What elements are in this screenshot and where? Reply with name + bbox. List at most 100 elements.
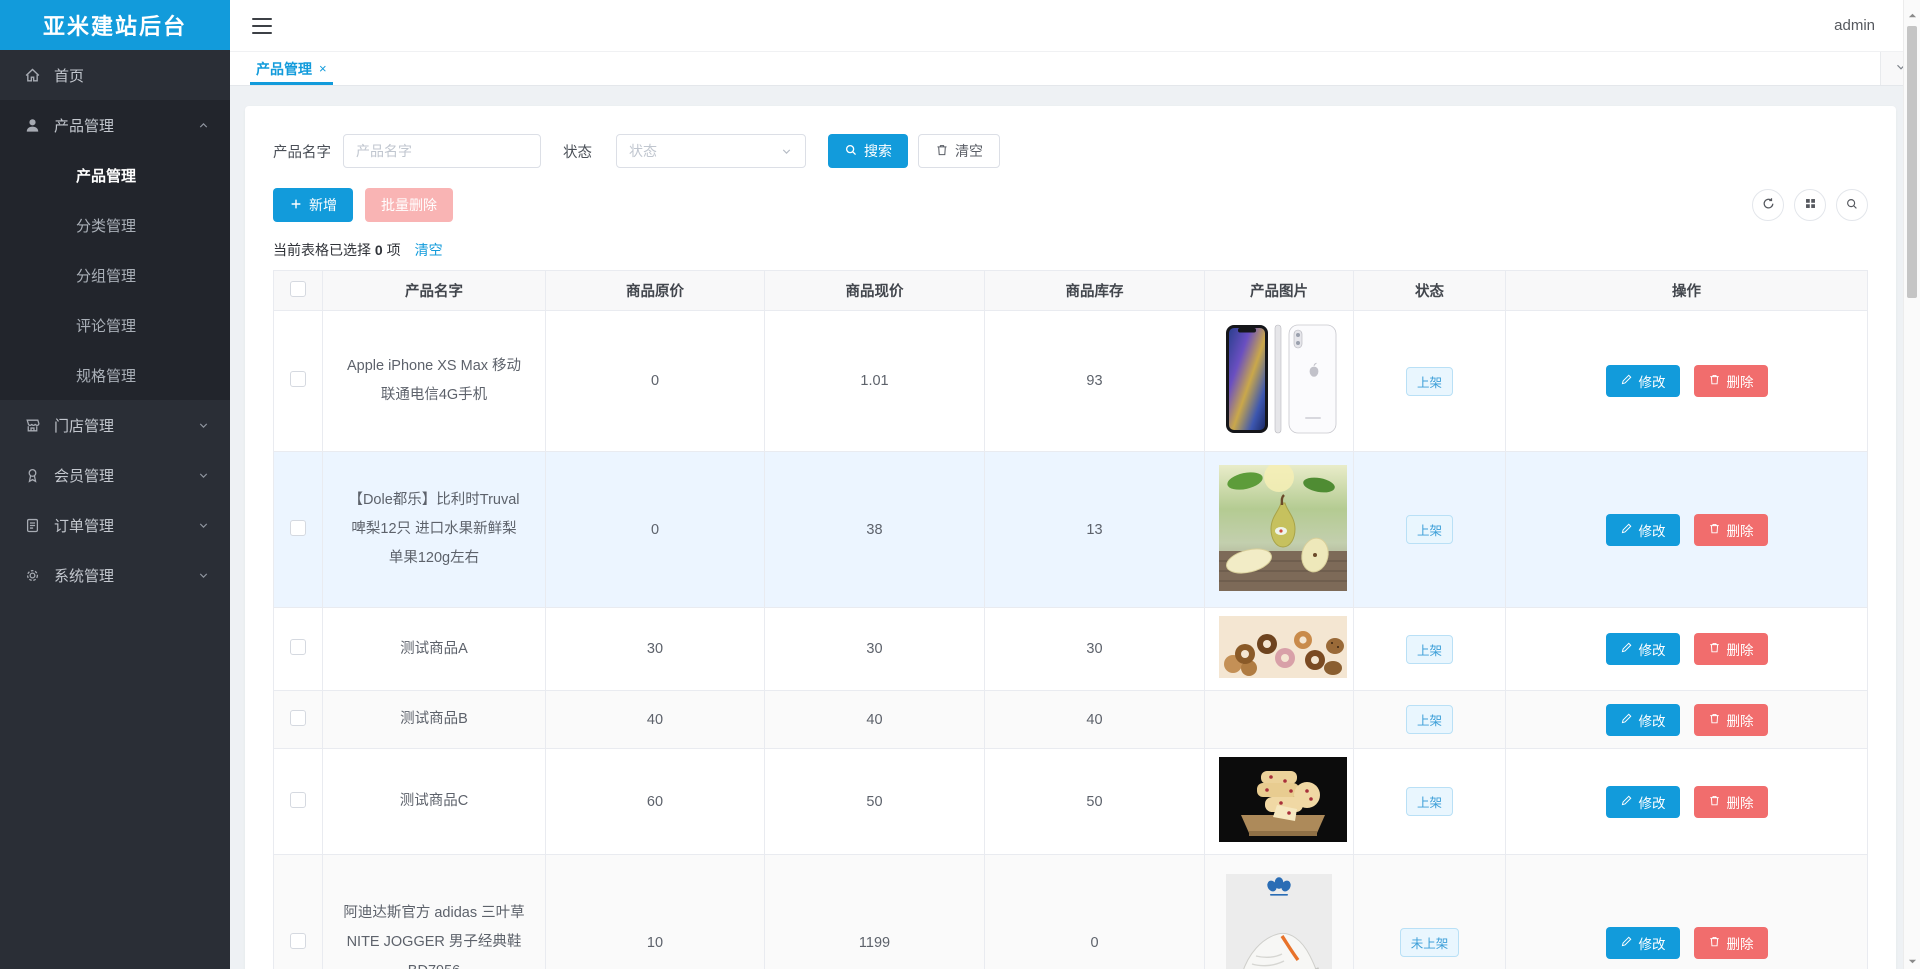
row-checkbox[interactable] xyxy=(290,639,306,655)
product-name-label: 产品名字 xyxy=(273,144,331,161)
current-price: 40 xyxy=(764,690,985,749)
search-button[interactable]: 搜索 xyxy=(828,134,908,168)
product-name: 阿迪达斯官方 adidas 三叶草 NITE JOGGER 男子经典鞋BD795… xyxy=(322,854,546,969)
scroll-down-icon[interactable] xyxy=(1908,953,1917,964)
status-select[interactable]: 状态 xyxy=(616,134,806,168)
sidebar-item-member-management[interactable]: 会员管理 xyxy=(0,450,230,500)
sidebar-item-label: 首页 xyxy=(54,67,85,85)
trash-icon xyxy=(1708,641,1721,657)
sidebar-item-product-management[interactable]: 产品管理 xyxy=(0,100,230,150)
batch-delete-button[interactable]: 批量删除 xyxy=(365,188,453,222)
delete-button[interactable]: 删除 xyxy=(1693,633,1768,665)
sidebar-subitem-comment-management[interactable]: 评论管理 xyxy=(0,300,230,350)
magnifier-icon xyxy=(844,143,858,160)
select-all-checkbox[interactable] xyxy=(290,280,306,297)
sidebar-item-order-management[interactable]: 订单管理 xyxy=(0,500,230,550)
delete-button[interactable]: 删除 xyxy=(1693,365,1768,397)
refresh-icon xyxy=(1761,196,1776,214)
user-menu[interactable]: admin xyxy=(1834,17,1875,34)
table-tools xyxy=(1752,189,1868,221)
sidebar-item-system-management[interactable]: 系统管理 xyxy=(0,550,230,600)
row-checkbox[interactable] xyxy=(290,932,306,949)
sidebar-item-label: 会员管理 xyxy=(54,467,115,485)
sidebar-group-products: 产品管理 产品管理 分类管理 分组管理 评论管理 规格管理 xyxy=(0,100,230,400)
sneaker-product-photo xyxy=(1226,873,1332,969)
status-badge: 上架 xyxy=(1405,787,1453,816)
product-table: 产品名字 商品原价 商品现价 商品库存 产品图片 状态 操作 Apple iPh… xyxy=(273,270,1868,969)
product-name-input[interactable] xyxy=(343,134,541,168)
delete-button[interactable]: 删除 xyxy=(1693,703,1768,736)
pear-product-photo xyxy=(1219,461,1347,591)
col-original-price: 商品原价 xyxy=(545,270,765,311)
clear-selection-link[interactable]: 清空 xyxy=(415,240,443,260)
density-button[interactable] xyxy=(1794,189,1826,221)
donuts-product-photo xyxy=(1219,616,1347,678)
pencil-icon xyxy=(1620,935,1633,951)
sidebar-item-store-management[interactable]: 门店管理 xyxy=(0,400,230,450)
tab-product-management[interactable]: 产品管理 × xyxy=(250,52,333,85)
order-document-icon xyxy=(24,517,41,534)
scrollbar-thumb[interactable] xyxy=(1907,26,1917,298)
product-card: 产品名字 状态 状态 搜索 xyxy=(245,106,1896,969)
app-logo: 亚米建站后台 xyxy=(0,0,230,50)
delete-button[interactable]: 删除 xyxy=(1693,513,1768,546)
add-button[interactable]: 新增 xyxy=(273,188,353,222)
edit-button[interactable]: 修改 xyxy=(1605,633,1680,665)
vertical-scrollbar[interactable] xyxy=(1903,0,1920,969)
selection-bar: 当前表格已选择 0 项 清空 xyxy=(273,240,1868,260)
original-price: 30 xyxy=(545,607,765,691)
sidebar-subitem-category-management[interactable]: 分类管理 xyxy=(0,200,230,250)
chevron-down-icon xyxy=(197,569,210,582)
original-price: 0 xyxy=(545,451,765,608)
sidebar: 亚米建站后台 首页 产品管理 产品管理 分类管理 分组管理 评论管理 规格管理 … xyxy=(0,0,230,969)
edit-button[interactable]: 修改 xyxy=(1605,513,1680,546)
original-price: 0 xyxy=(545,310,765,452)
row-checkbox[interactable] xyxy=(290,791,306,808)
chevron-down-icon xyxy=(197,519,210,532)
sidebar-subitem-group-management[interactable]: 分组管理 xyxy=(0,250,230,300)
content-area: 产品名字 状态 状态 搜索 xyxy=(230,86,1920,969)
refresh-button[interactable] xyxy=(1752,189,1784,221)
sidebar-subitem-product-management[interactable]: 产品管理 xyxy=(0,150,230,200)
grid-density-icon xyxy=(1804,197,1817,213)
col-image: 产品图片 xyxy=(1204,270,1354,311)
current-price: 1.01 xyxy=(764,310,985,452)
clear-filters-button[interactable]: 清空 xyxy=(918,134,1000,168)
delete-button[interactable]: 删除 xyxy=(1693,926,1768,959)
chevron-down-icon xyxy=(780,145,793,158)
pencil-icon xyxy=(1620,641,1633,657)
column-search-button[interactable] xyxy=(1836,189,1868,221)
gear-icon xyxy=(24,567,41,584)
col-stock: 商品库存 xyxy=(984,270,1205,311)
stock: 30 xyxy=(984,607,1205,691)
edit-button[interactable]: 修改 xyxy=(1605,703,1680,736)
product-name: 测试商品B xyxy=(322,690,546,749)
member-badge-icon xyxy=(24,467,41,484)
edit-button[interactable]: 修改 xyxy=(1605,365,1680,397)
product-name: 测试商品A xyxy=(322,607,546,691)
original-price: 40 xyxy=(545,690,765,749)
magnifier-icon xyxy=(1845,197,1859,214)
current-price: 38 xyxy=(764,451,985,608)
sidebar-item-label: 产品管理 xyxy=(54,117,115,135)
current-price: 50 xyxy=(764,748,985,855)
sidebar-subitem-spec-management[interactable]: 规格管理 xyxy=(0,350,230,400)
product-name: 【Dole都乐】比利时Truval啤梨12只 进口水果新鲜梨 单果120g左右 xyxy=(322,451,546,608)
original-price: 60 xyxy=(545,748,765,855)
selection-count: 0 xyxy=(374,242,383,258)
edit-button[interactable]: 修改 xyxy=(1605,926,1680,959)
chevron-down-icon xyxy=(197,469,210,482)
edit-button[interactable]: 修改 xyxy=(1605,785,1680,818)
scroll-up-icon[interactable] xyxy=(1908,7,1917,18)
status-select-placeholder: 状态 xyxy=(629,143,657,159)
row-checkbox[interactable] xyxy=(290,709,306,726)
iphone-product-photo xyxy=(1219,319,1347,439)
store-icon xyxy=(24,417,41,434)
delete-button[interactable]: 删除 xyxy=(1693,785,1768,818)
hamburger-menu-icon[interactable] xyxy=(252,17,272,34)
row-checkbox[interactable] xyxy=(290,371,306,387)
close-icon[interactable]: × xyxy=(319,62,327,75)
row-checkbox[interactable] xyxy=(290,519,306,536)
stock: 50 xyxy=(984,748,1205,855)
sidebar-item-home[interactable]: 首页 xyxy=(0,50,230,100)
